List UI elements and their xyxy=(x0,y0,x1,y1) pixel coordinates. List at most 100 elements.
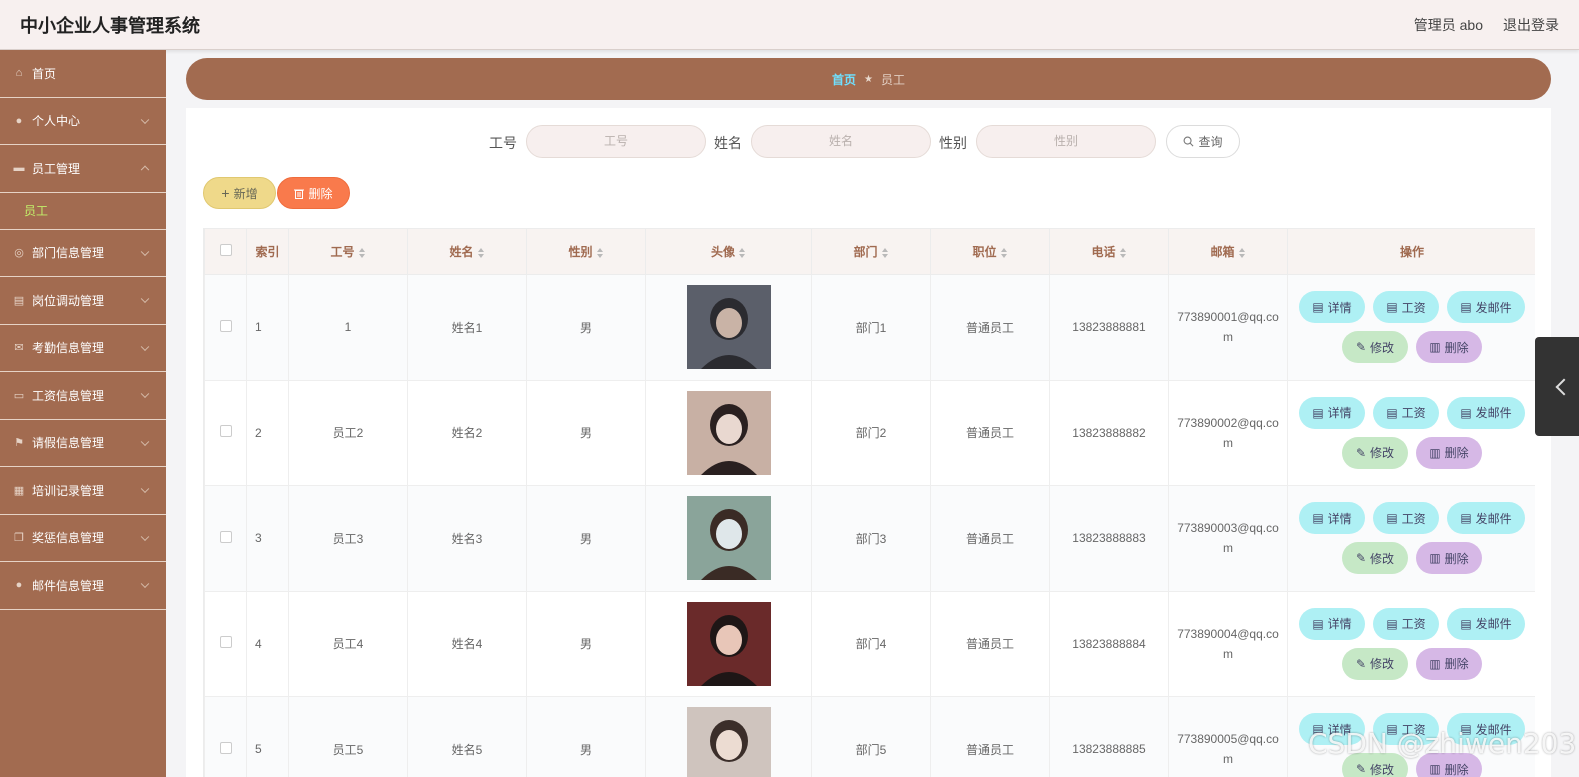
header-gender[interactable]: 性别 xyxy=(526,228,646,275)
edit-button[interactable]: ✎ 修改 xyxy=(1342,542,1408,575)
cell-position: 普通员工 xyxy=(930,379,1050,486)
cell-gender: 男 xyxy=(526,379,646,486)
row-checkbox[interactable] xyxy=(219,319,232,332)
cell-ops: ▤ 详情 ▤ 工资 ▤ 发邮件 ✎ 修改 ▥ 删除 xyxy=(1287,590,1535,697)
row-checkbox[interactable] xyxy=(219,425,232,438)
email-text: 773890001@qq.com xyxy=(1177,310,1279,345)
detail-button[interactable]: ▤ 详情 xyxy=(1299,291,1365,324)
sort-icon[interactable] xyxy=(596,247,604,258)
sidebar-item[interactable]: ▬ 员工管理 xyxy=(0,145,166,193)
cell-phone: 13823888882 xyxy=(1049,379,1169,486)
header-phone[interactable]: 电话 xyxy=(1049,228,1169,275)
sort-icon[interactable] xyxy=(358,247,366,258)
doc-icon: ▤ xyxy=(1460,511,1472,526)
detail-button[interactable]: ▤ 详情 xyxy=(1299,502,1365,535)
sidebar-subitem-employee[interactable]: 员工 xyxy=(0,193,166,230)
avatar-photo[interactable] xyxy=(686,601,771,686)
search-label-id: 工号 xyxy=(489,135,517,151)
header-name[interactable]: 姓名 xyxy=(407,228,527,275)
cell-email: 773890002@qq.com xyxy=(1168,379,1288,486)
table-row[interactable]: 3 员工3 姓名3 男 部门3 普通员工 13823888883 7738900… xyxy=(204,485,1535,592)
delete-row-button[interactable]: ▥ 删除 xyxy=(1416,436,1482,469)
side-collapse-tab[interactable] xyxy=(1535,337,1579,436)
salary-button[interactable]: ▤ 工资 xyxy=(1373,502,1439,535)
search-input-id[interactable]: 工号 xyxy=(526,125,706,158)
row-checkbox-cell xyxy=(204,485,247,592)
table-row[interactable]: 2 员工2 姓名2 男 部门2 普通员工 13823888882 7738900… xyxy=(204,379,1535,486)
edit-button[interactable]: ✎ 修改 xyxy=(1342,436,1408,469)
avatar-photo[interactable] xyxy=(686,390,771,475)
admin-user-label[interactable]: 管理员 abo xyxy=(1414,15,1483,35)
edit-button[interactable]: ✎ 修改 xyxy=(1342,331,1408,364)
cell-avatar xyxy=(645,485,812,592)
breadcrumb: 首页 ★ 员工 xyxy=(186,58,1551,100)
avatar-photo[interactable] xyxy=(686,285,771,370)
sidebar-item[interactable]: ❐ 奖惩信息管理 xyxy=(0,515,166,562)
edit-button[interactable]: ✎ 修改 xyxy=(1342,647,1408,680)
header-position[interactable]: 职位 xyxy=(930,228,1050,275)
sidebar-item[interactable]: ✉ 考勤信息管理 xyxy=(0,325,166,372)
send-mail-button[interactable]: ▤ 发邮件 xyxy=(1447,607,1525,640)
sidebar-item-label: 首页 xyxy=(32,66,57,81)
salary-button[interactable]: ▤ 工资 xyxy=(1373,607,1439,640)
detail-button[interactable]: ▤ 详情 xyxy=(1299,396,1365,429)
doc-icon: ▤ xyxy=(1386,405,1398,420)
table-row[interactable]: 4 员工4 姓名4 男 部门4 普通员工 13823888884 7738900… xyxy=(204,590,1535,697)
row-actions: ▤ 详情 ▤ 工资 ▤ 发邮件 ✎ 修改 ▥ 删除 xyxy=(1294,502,1530,575)
sidebar-item[interactable]: ◎ 部门信息管理 xyxy=(0,230,166,277)
row-checkbox[interactable] xyxy=(219,530,232,543)
detail-button[interactable]: ▤ 详情 xyxy=(1299,607,1365,640)
sidebar-item[interactable]: ● 个人中心 xyxy=(0,98,166,145)
row-checkbox[interactable] xyxy=(219,741,232,754)
header-avatar[interactable]: 头像 xyxy=(645,228,812,275)
sort-icon[interactable] xyxy=(739,247,746,258)
avatar-photo[interactable] xyxy=(686,707,771,777)
sort-icon[interactable] xyxy=(1119,247,1127,258)
sidebar-item[interactable]: ● 邮件信息管理 xyxy=(0,562,166,610)
sort-icon[interactable] xyxy=(477,247,485,258)
logout-link[interactable]: 退出登录 xyxy=(1503,15,1559,35)
sort-icon[interactable] xyxy=(1238,247,1246,258)
send-mail-button[interactable]: ▤ 发邮件 xyxy=(1447,396,1525,429)
salary-button[interactable]: ▤ 工资 xyxy=(1373,291,1439,324)
query-label: 查询 xyxy=(1198,135,1223,149)
cell-phone: 13823888883 xyxy=(1049,485,1169,592)
salary-button[interactable]: ▤ 工资 xyxy=(1373,396,1439,429)
breadcrumb-home[interactable]: 首页 xyxy=(832,71,856,88)
send-mail-button[interactable]: ▤ 发邮件 xyxy=(1447,291,1525,324)
email-text: 773890005@qq.com xyxy=(1177,732,1279,767)
sidebar-item[interactable]: ⌂ 首页 xyxy=(0,50,166,98)
sidebar-item-label: 员工管理 xyxy=(32,161,81,176)
watermark-text: CSDN @zhiwen203 xyxy=(1308,727,1577,760)
header-email[interactable]: 邮箱 xyxy=(1168,228,1288,275)
search-input-gender[interactable]: 性别 xyxy=(976,125,1156,158)
select-all-cell xyxy=(204,228,247,275)
sidebar-item[interactable]: ⚑ 请假信息管理 xyxy=(0,420,166,467)
sidebar-item[interactable]: ▭ 工资信息管理 xyxy=(0,372,166,420)
sidebar-item[interactable]: ▦ 培训记录管理 xyxy=(0,467,166,515)
delete-row-button[interactable]: ▥ 删除 xyxy=(1416,331,1482,364)
table-header-row: 索引 工号 姓名 性别 头像 部门 职位 电话 邮箱 操作 xyxy=(204,228,1535,275)
add-button[interactable]: + 新增 xyxy=(203,177,276,209)
sidebar-item-label: 工资信息管理 xyxy=(32,388,105,403)
sort-icon[interactable] xyxy=(881,247,889,258)
search-input-name[interactable]: 姓名 xyxy=(751,125,931,158)
send-mail-button[interactable]: ▤ 发邮件 xyxy=(1447,502,1525,535)
trash-icon: ▥ xyxy=(1429,762,1441,777)
header-id[interactable]: 工号 xyxy=(288,228,408,275)
avatar-photo[interactable] xyxy=(686,496,771,581)
delete-row-button[interactable]: ▥ 删除 xyxy=(1416,542,1482,575)
sidebar: ⌂ 首页 ● 个人中心 ▬ 员工管理 员工 ◎ 部门信息管理 ▤ 岗位调动管理 ✉ 考勤信息管理 ▭ 工资信… xyxy=(0,50,166,777)
sort-icon[interactable] xyxy=(1000,247,1008,258)
delete-row-button[interactable]: ▥ 删除 xyxy=(1416,647,1482,680)
row-checkbox[interactable] xyxy=(219,636,232,649)
header-dept[interactable]: 部门 xyxy=(811,228,931,275)
sidebar-item[interactable]: ▤ 岗位调动管理 xyxy=(0,277,166,325)
doc-icon: ▤ xyxy=(1386,616,1398,631)
query-button[interactable]: 查询 xyxy=(1166,125,1240,158)
cell-name: 姓名4 xyxy=(407,590,527,697)
batch-delete-button[interactable]: 删除 xyxy=(277,177,350,209)
table-row[interactable]: 1 1 姓名1 男 部门1 普通员工 13823888881 773890001… xyxy=(204,274,1535,381)
chevron-down-icon xyxy=(140,389,150,399)
select-all-checkbox[interactable] xyxy=(219,244,232,256)
